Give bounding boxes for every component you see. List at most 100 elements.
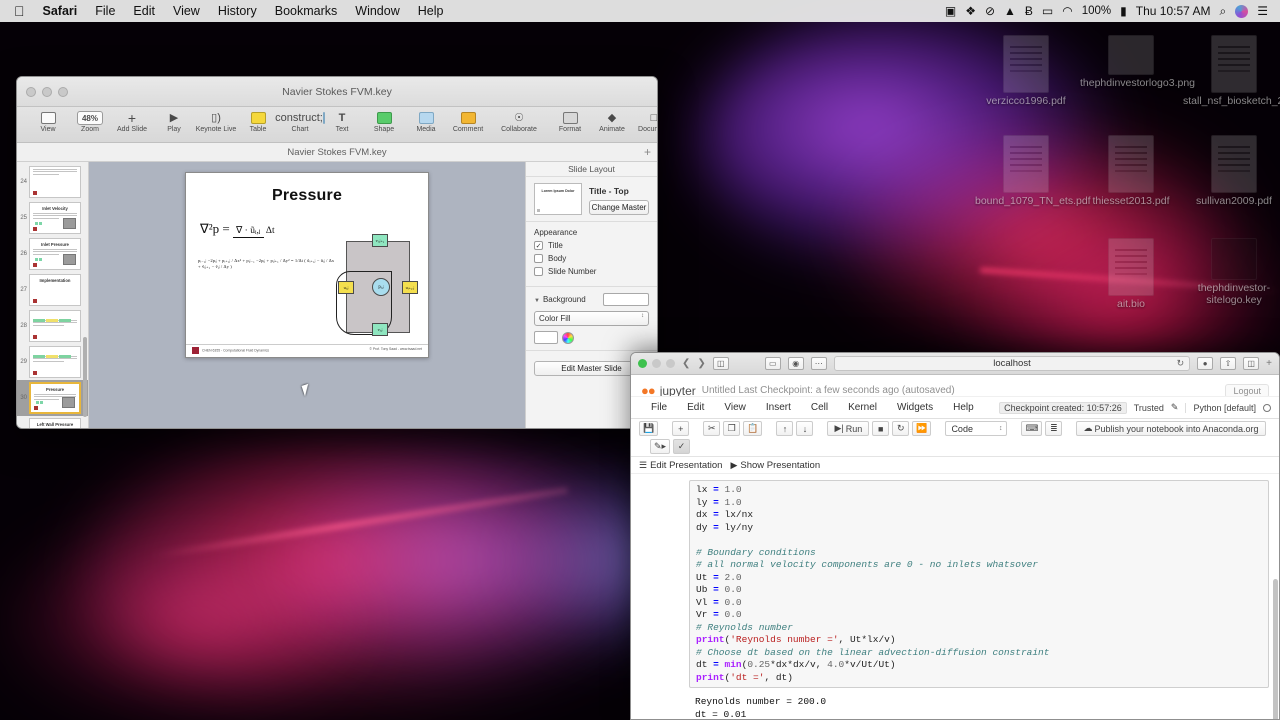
add-cell-icon[interactable]: + — [672, 421, 690, 436]
menu-window[interactable]: Window — [346, 4, 408, 18]
keynote-toolbar[interactable]: View 48% Zoom + Add Slide ▶ Play ▯) Keyn… — [17, 107, 657, 143]
grid-v-bottom-cell[interactable]: vᵢ,ⱼ — [372, 323, 388, 336]
slide-preview[interactable] — [29, 310, 81, 342]
downloads-icon[interactable]: ● — [1197, 357, 1214, 370]
zoom-control[interactable]: 48% Zoom — [69, 109, 111, 133]
change-master-button[interactable]: Change Master — [589, 200, 649, 215]
slide-canvas[interactable]: Pressure ∇²p = ∇ · ũᵢ,ⱼ Δt pᵢ₋₁ⱼ −2pᵢⱼ +… — [89, 162, 525, 428]
inspector-background-section[interactable]: ▼ Background Color Fill ↕ — [526, 287, 657, 351]
grid-p-center-cell[interactable]: pᵢ,ⱼ — [372, 278, 390, 296]
jupyter-menu-bar[interactable]: File Edit View Insert Cell Kernel Widgets Help … — [631, 397, 1279, 419]
document-tab-label[interactable]: Navier Stokes FVM.key — [287, 147, 386, 158]
bluetooth-icon[interactable]: Ƀ — [1025, 5, 1033, 17]
new-tab-icon[interactable]: + — [1266, 358, 1272, 369]
inspector-appearance-section[interactable]: Appearance ✓ Title Body Slide Number — [526, 222, 657, 287]
fill-color-swatch[interactable] — [534, 331, 558, 344]
slide-thumbnail-31[interactable]: 31Left Wall Pressure — [17, 416, 88, 428]
checkbox[interactable] — [534, 267, 543, 276]
fill-type-select[interactable]: Color Fill ↕ — [534, 311, 649, 326]
desktop-icon[interactable]: ait.bio — [1080, 238, 1182, 311]
reader-view-icon[interactable]: ▭ — [764, 357, 781, 370]
jupyter-menu-edit[interactable]: Edit — [677, 402, 714, 413]
table-button[interactable]: Table — [237, 109, 279, 133]
staggered-grid-diagram[interactable]: vᵢ,ⱼ₊₁ uᵢ,ⱼ uᵢ₊₁,ⱼ pᵢ,ⱼ vᵢ,ⱼ — [336, 231, 420, 343]
appearance-option-title[interactable]: ✓ Title — [534, 241, 649, 250]
checkbox[interactable]: ✓ — [534, 241, 543, 250]
slide-preview[interactable] — [29, 166, 81, 198]
slide-thumbnail-26[interactable]: 26 Inlet Pressure — [17, 236, 88, 272]
jupyter-menu-file[interactable]: File — [641, 402, 677, 413]
menu-view[interactable]: View — [164, 4, 209, 18]
desktop-icon[interactable]: thephdinvestor-sitelogo.key — [1183, 238, 1280, 306]
back-chevron-icon[interactable]: ❮ — [682, 358, 690, 369]
notebook-scrollbar[interactable] — [1273, 579, 1278, 719]
desktop-icon[interactable]: stall_nsf_biosketch_2017.pdf — [1183, 35, 1280, 108]
menu-history[interactable]: History — [209, 4, 266, 18]
keynote-titlebar[interactable]: Navier Stokes FVM.key — [17, 77, 657, 107]
sidebar-icon[interactable]: ◫ — [712, 357, 729, 370]
play-button[interactable]: ▶ Play — [153, 109, 195, 133]
stop-icon[interactable]: ■ — [872, 421, 890, 436]
add-slide-button[interactable]: + Add Slide — [111, 109, 153, 134]
logout-button[interactable]: Logout — [1225, 384, 1269, 396]
jupyter-toolbar[interactable]: 💾 + ✂ ❐ 📋 ↑ ↓ ▶| Run ■ ↻ ⏩ Code ↕ ⌨ ≣ ☁ … — [631, 419, 1279, 457]
safari-toolbar[interactable]: ❮ ❯ ◫ ▭ ◉ ⋯ localhost ↻ ● ⇧ ◫ + — [631, 353, 1279, 375]
view-button[interactable]: View — [27, 109, 69, 133]
move-down-icon[interactable]: ↓ — [796, 421, 814, 436]
slide-thumbnail-30[interactable]: 30 Pressure — [17, 380, 88, 416]
shape-button[interactable]: Shape — [363, 109, 405, 133]
keynote-document-tab-bar[interactable]: Navier Stokes FVM.key + — [17, 143, 657, 162]
slide-thumbnail-24[interactable]: 24 — [17, 164, 88, 200]
slide-expanded-equation[interactable]: pᵢ₋₁ⱼ −2pᵢⱼ + pᵢ₊₁ⱼ / Δx² + pᵢⱼ₋₁ −2pᵢⱼ … — [198, 258, 338, 270]
cell-source[interactable]: lx = 1.0 ly = 1.0 dx = lx/nx dy = ly/ny … — [689, 480, 1269, 688]
cloud-icon[interactable]: ▲ — [1004, 5, 1016, 17]
inspector-master-section[interactable]: Lorem Ipsum Dolor Title - Top Change Mas… — [526, 177, 657, 222]
show-presentation-button[interactable]: ▶ Show Presentation — [730, 460, 820, 471]
appearance-option-body[interactable]: Body — [534, 254, 649, 263]
share-icon[interactable]: ⇧ — [1220, 357, 1237, 370]
comment-button[interactable]: Comment — [447, 109, 489, 133]
trust-status[interactable]: Trusted — [1134, 403, 1164, 413]
desktop-icon[interactable]: thephdinvestorlogo3.png — [1080, 35, 1195, 90]
nbextensions-config-icon[interactable]: ✎▸ — [650, 439, 671, 454]
table-of-contents-icon[interactable]: ≣ — [1045, 421, 1063, 436]
notebook-title[interactable]: Untitled Last Checkpoint: a few seconds … — [702, 385, 955, 396]
jupyter-menu-insert[interactable]: Insert — [756, 402, 801, 413]
current-slide[interactable]: Pressure ∇²p = ∇ · ũᵢ,ⱼ Δt pᵢ₋₁ⱼ −2pᵢⱼ +… — [185, 172, 429, 358]
slide-title[interactable]: Pressure — [186, 187, 428, 205]
slide-preview[interactable]: Left Wall Pressure — [29, 418, 81, 428]
slide-preview[interactable]: Implementation — [29, 274, 81, 306]
window-traffic-lights[interactable] — [638, 359, 675, 368]
notebook-cell-list[interactable]: lx = 1.0 ly = 1.0 dx = lx/nx dy = ly/ny … — [631, 474, 1279, 719]
move-up-icon[interactable]: ↑ — [776, 421, 794, 436]
dropbox-icon[interactable]: ❖ — [965, 5, 976, 17]
menubar-clock[interactable]: Thu 10:57 AM — [1136, 4, 1211, 18]
slide-preview[interactable]: Inlet Velocity — [29, 202, 81, 234]
checkbox[interactable] — [534, 254, 543, 263]
slide-thumbnail-25[interactable]: 25 Inlet Velocity — [17, 200, 88, 236]
privacy-shield-icon[interactable]: ◉ — [787, 357, 804, 370]
paste-icon[interactable]: 📋 — [743, 421, 763, 436]
menu-help[interactable]: Help — [409, 4, 453, 18]
collaborate-button[interactable]: ☉ Collaborate — [489, 109, 549, 133]
slide-preview[interactable] — [29, 346, 81, 378]
media-button[interactable]: Media — [405, 109, 447, 133]
apple-icon[interactable]:  — [14, 4, 25, 18]
keynote-window[interactable]: Navier Stokes FVM.key View 48% Zoom + Ad… — [16, 76, 658, 429]
slide-equation[interactable]: ∇²p = ∇ · ũᵢ,ⱼ Δt — [200, 221, 275, 238]
checkbox-icon[interactable]: ✓ — [673, 439, 691, 454]
zoom-value[interactable]: 48% — [76, 110, 103, 125]
desktop-icon[interactable]: verzicco1996.pdf — [975, 35, 1077, 108]
grid-u-right-cell[interactable]: uᵢ₊₁,ⱼ — [402, 281, 418, 294]
safari-window[interactable]: ❮ ❯ ◫ ▭ ◉ ⋯ localhost ↻ ● ⇧ ◫ + ●● jupyt… — [630, 352, 1280, 720]
keynote-live-button[interactable]: ▯) Keynote Live — [195, 109, 237, 133]
slide-navigator[interactable]: 24 25 Inlet Velocity 26 Inlet Pressure 27 Impl… — [17, 162, 89, 428]
desktop-icon[interactable]: bound_1079_TN_ets.pdf — [975, 135, 1091, 208]
cell-type-select[interactable]: Code ↕ — [945, 421, 1008, 436]
jupyter-logo[interactable]: ●● jupyter — [641, 383, 696, 396]
menu-bookmarks[interactable]: Bookmarks — [266, 4, 347, 18]
chart-button[interactable]: construct; Chart — [275, 109, 325, 133]
notebook-cell[interactable]: lx = 1.0 ly = 1.0 dx = lx/nx dy = ly/ny … — [641, 480, 1269, 688]
new-document-tab-icon[interactable]: + — [644, 145, 651, 159]
notebook-output[interactable]: Reynolds number = 200.0 dt = 0.01 — [641, 694, 1269, 719]
